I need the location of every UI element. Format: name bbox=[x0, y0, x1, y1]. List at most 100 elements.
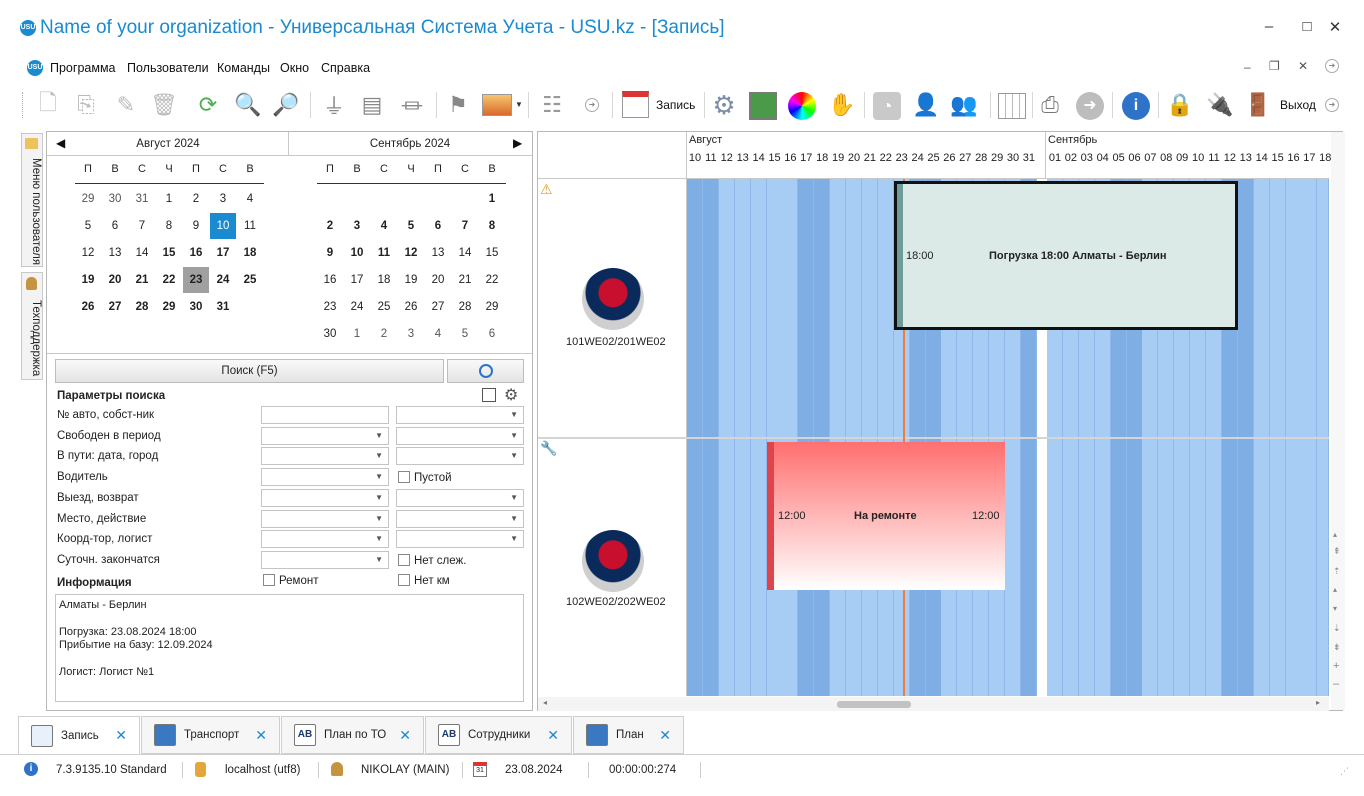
search-field-input[interactable]: ▼ bbox=[261, 550, 389, 569]
calendar-day[interactable]: 14 bbox=[129, 240, 155, 266]
search-field-input[interactable]: ▼ bbox=[261, 447, 389, 466]
calendar-day[interactable]: 19 bbox=[398, 267, 424, 293]
info-icon[interactable]: i bbox=[1122, 92, 1150, 120]
calendar-day[interactable]: 17 bbox=[344, 267, 370, 293]
close-icon[interactable]: ✕ bbox=[547, 727, 559, 744]
toolbar-more-icon[interactable]: ➜ bbox=[585, 98, 599, 112]
calendar-day[interactable]: 3 bbox=[344, 213, 370, 239]
toolbar-overflow-icon[interactable]: ➜ bbox=[1325, 98, 1339, 112]
calendar-day[interactable]: 12 bbox=[398, 240, 424, 266]
calendar-day[interactable]: 30 bbox=[102, 186, 128, 212]
calendar-day[interactable]: 7 bbox=[129, 213, 155, 239]
search-field-input[interactable] bbox=[261, 406, 389, 424]
calendar-day[interactable]: 7 bbox=[452, 213, 478, 239]
nav-remove-button[interactable]: – bbox=[1333, 678, 1339, 690]
calendar-day[interactable]: 8 bbox=[479, 213, 505, 239]
horizontal-scrollbar[interactable] bbox=[538, 697, 1329, 711]
search-field-input[interactable]: ▼ bbox=[261, 426, 389, 445]
mdi-minimize-button[interactable]: – bbox=[1244, 60, 1251, 74]
search-field-input[interactable]: ▼ bbox=[261, 468, 389, 487]
maximize-button[interactable]: □ bbox=[1297, 18, 1317, 35]
exit-button[interactable]: Выход bbox=[1280, 98, 1316, 112]
tab-ab-3[interactable]: AB Сотрудники ✕ bbox=[425, 716, 572, 754]
calendar-day[interactable]: 27 bbox=[425, 294, 451, 320]
calendar-day[interactable]: 29 bbox=[156, 294, 182, 320]
calendar-day[interactable]: 15 bbox=[156, 240, 182, 266]
record-button[interactable]: Запись bbox=[656, 98, 695, 112]
close-icon[interactable]: ✕ bbox=[659, 727, 671, 744]
search-field-input[interactable]: ▼ bbox=[261, 509, 389, 528]
calendar-day[interactable]: 1 bbox=[344, 321, 370, 347]
scroll-left-button[interactable]: ◂ bbox=[543, 698, 547, 707]
calendar-day[interactable]: 22 bbox=[156, 267, 182, 293]
calendar-day[interactable]: 23 bbox=[183, 267, 209, 293]
calendar-day[interactable]: 25 bbox=[237, 267, 263, 293]
calendar-day[interactable]: 29 bbox=[479, 294, 505, 320]
search-field-select[interactable]: ▼ bbox=[396, 447, 524, 466]
calendar-day[interactable]: 26 bbox=[75, 294, 101, 320]
tab-ab-2[interactable]: AB План по ТО ✕ bbox=[281, 716, 424, 754]
filter-clear-icon[interactable]: ⏛ bbox=[396, 88, 428, 122]
calendar-day[interactable]: 12 bbox=[75, 240, 101, 266]
close-icon[interactable]: ✕ bbox=[255, 727, 267, 744]
search-field-select[interactable]: ▼ bbox=[396, 426, 524, 445]
calendar-day[interactable]: 30 bbox=[317, 321, 343, 347]
calendar-day[interactable]: 10 bbox=[210, 213, 236, 239]
calendar-day[interactable]: 6 bbox=[102, 213, 128, 239]
calendar-day[interactable]: 28 bbox=[452, 294, 478, 320]
image-dropdown-icon[interactable]: ▼ bbox=[515, 100, 523, 109]
calendar-day[interactable]: 4 bbox=[371, 213, 397, 239]
close-icon[interactable]: ✕ bbox=[115, 727, 127, 744]
calendar-day[interactable]: 21 bbox=[452, 267, 478, 293]
calendar-day[interactable]: 5 bbox=[452, 321, 478, 347]
mdi-restore-button[interactable]: ❐ bbox=[1269, 59, 1280, 73]
columns-icon[interactable]: ☷ bbox=[536, 88, 568, 122]
mdi-close-button[interactable]: ✕ bbox=[1298, 59, 1308, 73]
calendar-day[interactable]: 10 bbox=[344, 240, 370, 266]
search-field-select[interactable]: ▼ bbox=[396, 509, 524, 528]
calendar-day[interactable]: 5 bbox=[398, 213, 424, 239]
repair-checkbox[interactable] bbox=[263, 574, 275, 586]
search-field-checkbox[interactable] bbox=[398, 471, 410, 484]
search-field-select[interactable]: ▼ bbox=[396, 488, 524, 507]
calendar-day[interactable]: 31 bbox=[210, 294, 236, 320]
flag-icon[interactable]: ⚑ bbox=[442, 88, 474, 122]
arrow-right-icon[interactable]: ➜ bbox=[1076, 92, 1104, 120]
user-icon[interactable]: 👤 bbox=[910, 88, 942, 122]
plug-icon[interactable]: 🔌 bbox=[1204, 88, 1236, 122]
search-field-input[interactable]: ▼ bbox=[261, 530, 389, 549]
exit-icon[interactable]: 🚪 bbox=[1242, 88, 1274, 122]
calendar-day[interactable]: 3 bbox=[398, 321, 424, 347]
refresh-icon[interactable]: ⟳ bbox=[192, 88, 224, 122]
menu-commands[interactable]: Команды bbox=[217, 61, 270, 75]
filter-table-icon[interactable]: ▤ bbox=[356, 88, 388, 122]
scroll-thumb[interactable] bbox=[837, 701, 911, 708]
search-field-select[interactable]: ▼ bbox=[396, 406, 524, 424]
nav-page-down-button[interactable]: ⇣ bbox=[1333, 623, 1341, 634]
calendar-day[interactable]: 11 bbox=[237, 213, 263, 239]
map-icon[interactable] bbox=[749, 92, 777, 120]
calendar-day[interactable]: 4 bbox=[237, 186, 263, 212]
info-textbox[interactable]: Алматы - Берлин Погрузка: 23.08.2024 18:0… bbox=[55, 594, 524, 702]
nav-first-button[interactable]: ⇞ bbox=[1333, 546, 1341, 557]
menu-window[interactable]: Окно bbox=[280, 61, 309, 75]
side-tab-user-menu[interactable]: Меню пользователя bbox=[21, 133, 43, 267]
calendar-day[interactable]: 2 bbox=[183, 186, 209, 212]
search-field-select[interactable]: ▼ bbox=[396, 530, 524, 549]
calendar-day[interactable]: 15 bbox=[479, 240, 505, 266]
calendar-day[interactable]: 6 bbox=[479, 321, 505, 347]
mdi-nav-icon[interactable]: ➜ bbox=[1325, 59, 1339, 73]
nav-add-button[interactable]: + bbox=[1333, 660, 1339, 672]
calendar-day[interactable]: 22 bbox=[479, 267, 505, 293]
calendar-day[interactable]: 2 bbox=[317, 213, 343, 239]
image-icon[interactable] bbox=[482, 94, 512, 116]
search-field-input[interactable]: ▼ bbox=[261, 488, 389, 507]
calendar-day[interactable]: 4 bbox=[425, 321, 451, 347]
delete-icon[interactable]: 🗑 bbox=[148, 88, 180, 122]
calendar-day[interactable]: 31 bbox=[129, 186, 155, 212]
menu-help[interactable]: Справка bbox=[321, 61, 370, 75]
calendar-day[interactable]: 9 bbox=[183, 213, 209, 239]
calendar-day[interactable]: 25 bbox=[371, 294, 397, 320]
calendar-day[interactable]: 1 bbox=[156, 186, 182, 212]
calendar-day[interactable]: 28 bbox=[129, 294, 155, 320]
